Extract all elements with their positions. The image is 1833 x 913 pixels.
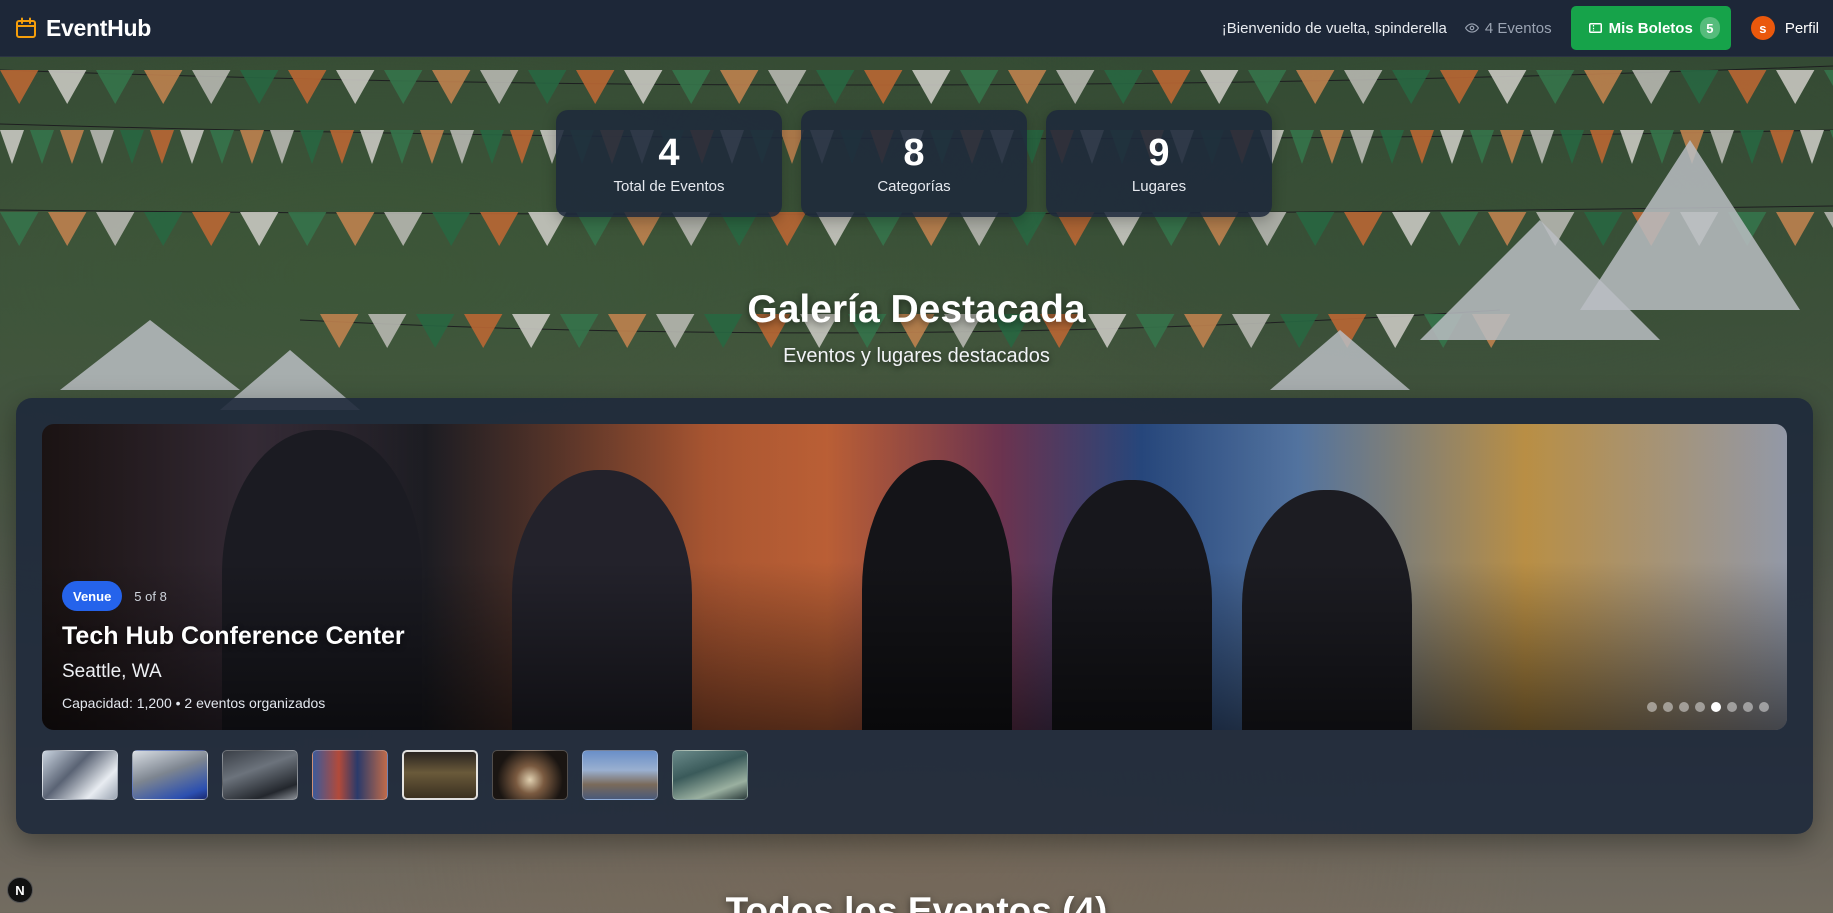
profile-label: Perfil [1784, 19, 1819, 37]
gallery-thumbnail[interactable] [492, 750, 568, 800]
carousel-dot[interactable] [1695, 702, 1705, 712]
top-navbar: EventHub ¡Bienvenido de vuelta, spindere… [0, 0, 1833, 57]
calendar-icon [16, 17, 36, 38]
gallery-thumbnail[interactable] [312, 750, 388, 800]
all-events-title: Todos los Eventos (4) [725, 890, 1108, 913]
gallery-thumbnail[interactable] [222, 750, 298, 800]
profile-menu[interactable]: s Perfil [1750, 16, 1819, 40]
carousel-dot[interactable] [1663, 702, 1673, 712]
events-count-label: 4 Eventos [1484, 19, 1552, 37]
my-tickets-button[interactable]: Mis Boletos 5 [1570, 6, 1731, 50]
events-count: 4 Eventos [1464, 19, 1552, 37]
gallery-thumbnail[interactable] [672, 750, 748, 800]
slide-title: Tech Hub Conference Center [62, 622, 405, 650]
stat-value: 9 [1148, 132, 1170, 174]
carousel-dot-active[interactable] [1711, 702, 1721, 712]
avatar: s [1750, 16, 1775, 40]
stats-row: 4 Total de Eventos 8 Categorías 9 Lugare… [556, 110, 1272, 217]
stat-label: Lugares [1131, 178, 1187, 195]
carousel-dot[interactable] [1727, 702, 1737, 712]
carousel-dot[interactable] [1759, 702, 1769, 712]
gallery-thumbnail[interactable] [582, 750, 658, 800]
my-tickets-label: Mis Boletos [1608, 19, 1693, 37]
gallery-subtitle: Eventos y lugares destacados [783, 345, 1050, 367]
brand[interactable]: EventHub [14, 15, 151, 42]
stat-card-venues: 9 Lugares [1046, 110, 1272, 217]
carousel-dot[interactable] [1647, 702, 1657, 712]
dev-tools-button[interactable]: N [7, 877, 33, 903]
tickets-count-badge: 5 [1699, 17, 1720, 39]
slide-location: Seattle, WA [62, 661, 162, 682]
brand-name: EventHub [46, 14, 151, 41]
featured-gallery: Venue 5 of 8 Tech Hub Conference Center … [16, 398, 1813, 834]
slide-details: Capacidad: 1,200 • 2 eventos organizados [62, 695, 326, 711]
gallery-thumbnail-current[interactable] [402, 750, 478, 800]
slide-type-badge: Venue [62, 581, 123, 611]
gallery-thumbnail[interactable] [132, 750, 208, 800]
welcome-message: ¡Bienvenido de vuelta, spinderella [1221, 19, 1447, 37]
carousel-dot[interactable] [1743, 702, 1753, 712]
stat-value: 8 [903, 132, 925, 174]
stat-label: Categorías [877, 178, 951, 195]
slide-counter: 5 of 8 [134, 588, 167, 604]
ticket-icon [1588, 23, 1602, 33]
stat-label: Total de Eventos [613, 178, 725, 195]
stat-value: 4 [658, 132, 680, 174]
stat-card-events: 4 Total de Eventos [556, 110, 782, 217]
carousel-dot[interactable] [1679, 702, 1689, 712]
gallery-title: Galería Destacada [747, 288, 1086, 331]
gallery-thumbnail[interactable] [42, 750, 118, 800]
carousel-dots [1647, 702, 1769, 712]
eye-icon [1464, 23, 1479, 33]
thumbnail-strip [42, 750, 748, 800]
stat-card-categories: 8 Categorías [801, 110, 1027, 217]
gallery-slide[interactable]: Venue 5 of 8 Tech Hub Conference Center … [42, 424, 1787, 730]
